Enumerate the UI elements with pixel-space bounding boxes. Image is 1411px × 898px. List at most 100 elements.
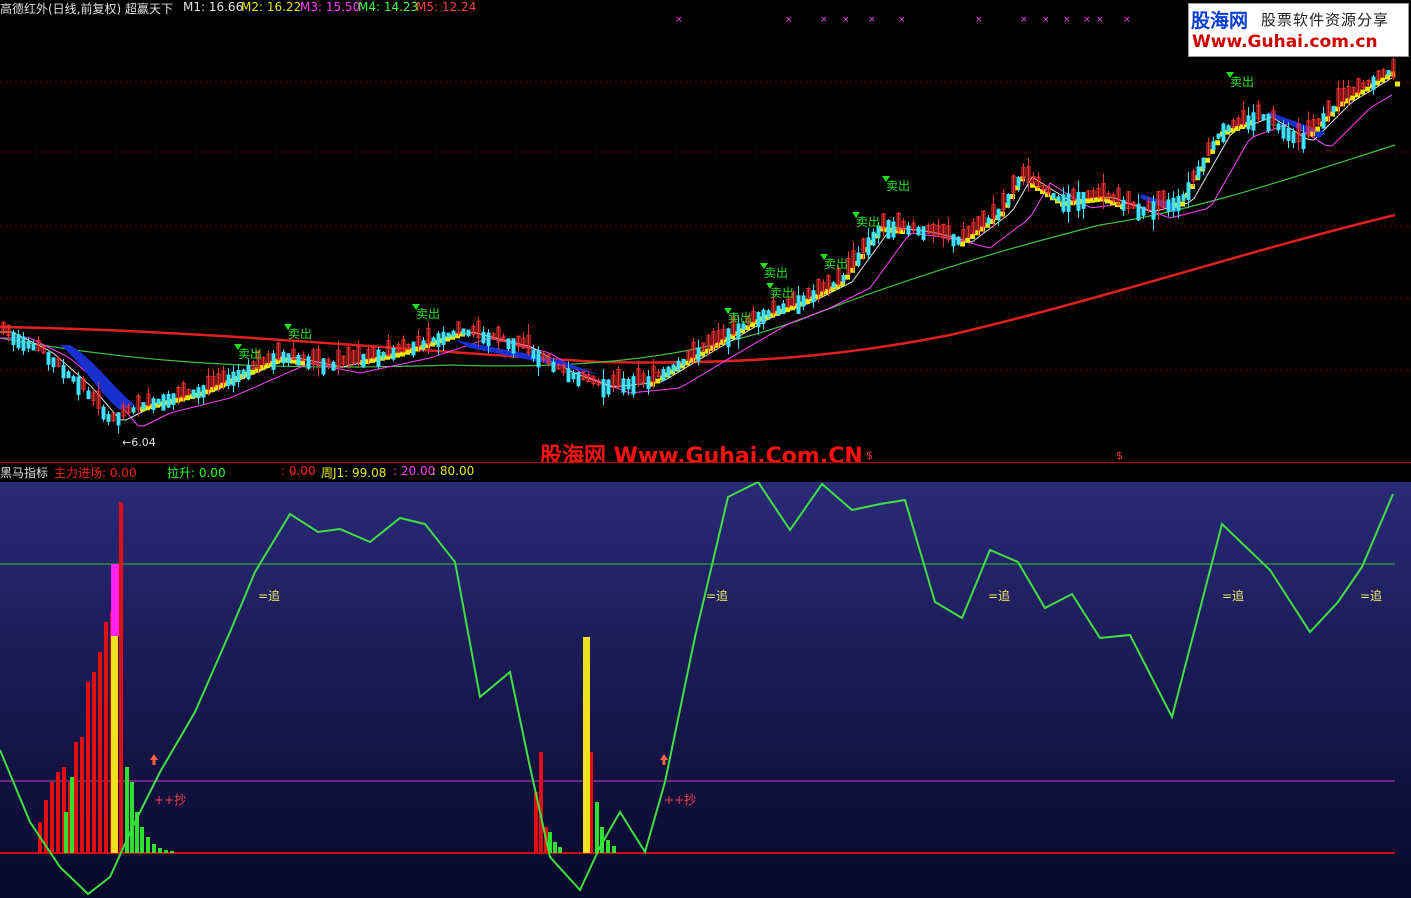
histogram-bar [590,752,593,853]
candle-body [1076,192,1081,211]
candle-body [436,333,441,348]
histogram-bar [130,782,134,853]
candle-body [951,234,956,247]
candle-body [1081,192,1086,209]
candle-body [1166,199,1171,212]
candle-body [676,360,681,371]
candle-body [626,379,631,390]
ma1-label: M1: 16.66 [183,0,244,14]
ma2-label: M2: 16.22 [241,0,302,14]
histogram-bar [98,652,102,853]
candle-body [796,295,801,314]
candle-body [1286,127,1291,141]
candle-body [466,329,471,337]
candle-body [1141,206,1146,216]
ind-item-80: : 80.00 [432,464,475,478]
sell-signal-label: 卖出 [238,347,262,361]
price-chart[interactable]: ←6.04卖出卖出卖出 卖出卖出卖出卖出卖出卖出卖出× × × × × × × × × × × × ×$ $ [0,0,1411,463]
candle-body [606,379,611,395]
candle-body [461,328,466,335]
top-mark: × [1096,15,1104,25]
candle-body [986,217,991,225]
candle-body [11,331,16,346]
sell-signal-label: 卖出 [856,215,880,229]
candle-body [1246,115,1251,130]
top-mark: × [1020,15,1028,25]
candle-body [486,332,491,347]
candle-body [1056,196,1061,202]
candle-body [1121,199,1126,211]
candle-body [451,330,456,337]
candle-body [1051,193,1056,199]
histogram-bar [86,682,90,853]
candle-body [631,376,636,395]
sell-signal-label: 卖出 [770,286,794,300]
candle-body [16,334,21,349]
sell-signal-label: 卖出 [288,327,312,341]
chase-signal-label: =追 [1222,588,1244,603]
candle-body [671,364,676,372]
chart-title: 高德红外(日线,前复权) 超赢天下 [0,2,173,16]
candle-body [781,303,786,314]
candle-body [1291,131,1296,144]
low-price-label: ←6.04 [122,436,156,449]
ind-item-rise: 拉升: 0.00 [167,466,226,480]
candle-body [1301,133,1306,150]
candle-body [281,351,286,364]
candle-body [1276,123,1281,131]
candle-body [891,221,896,238]
candle-body [1226,125,1231,132]
candle-body [1196,166,1201,179]
candle-body [666,366,671,377]
candle-body [151,398,156,411]
histogram-bar [119,502,123,853]
histogram-bar [164,850,168,853]
top-mark: × [785,15,793,25]
candle-body [726,328,731,348]
candle-body [601,379,606,398]
chase-signal-label: =追 [258,588,280,603]
ma3-label: M3: 15.50 [300,0,361,14]
ind-item-20: : 20.00 [393,464,436,478]
top-mark: × [842,15,850,25]
histogram-bar [92,672,96,853]
candle-body [996,208,1001,220]
histogram-bar [539,752,543,853]
histogram-bar [111,636,118,853]
dollar-marker: $ [866,449,873,462]
candle-body [161,394,166,411]
candle-body [191,389,196,398]
sell-signal-label: 卖出 [1230,75,1254,89]
candle-body [956,236,961,245]
candle-body [306,356,311,369]
candle-body [141,402,146,410]
candle-body [31,343,36,351]
candle-body [661,369,666,381]
candle-body [646,376,651,390]
candle-body [46,352,51,365]
indicator-chart[interactable]: =追 =追 =追 =追 =追 ++抄 ++抄 [0,482,1411,898]
candle-body [1181,194,1186,202]
top-mark: × [898,15,906,25]
ma5-line [0,213,1396,364]
candle-body [566,368,571,383]
candle-body [116,412,121,426]
histogram-bar [70,777,74,853]
candle-body [246,365,251,380]
candle-body [361,353,366,368]
top-mark: × [868,15,876,25]
candle-body [1281,124,1286,139]
sell-signal-label: 卖出 [824,257,848,271]
candle-body [756,312,761,328]
sell-signal-label: 卖出 [764,266,788,280]
ind-item-main: 主力进场: 0.00 [54,466,137,480]
candle-body [201,385,206,398]
candle-body [446,332,451,338]
candle-body [776,305,781,315]
candle-body [286,353,291,363]
histogram-bar [152,844,156,853]
candle-body [921,226,926,240]
histogram-bar [606,840,610,853]
candle-body [531,349,536,359]
candle-body [1066,193,1071,213]
